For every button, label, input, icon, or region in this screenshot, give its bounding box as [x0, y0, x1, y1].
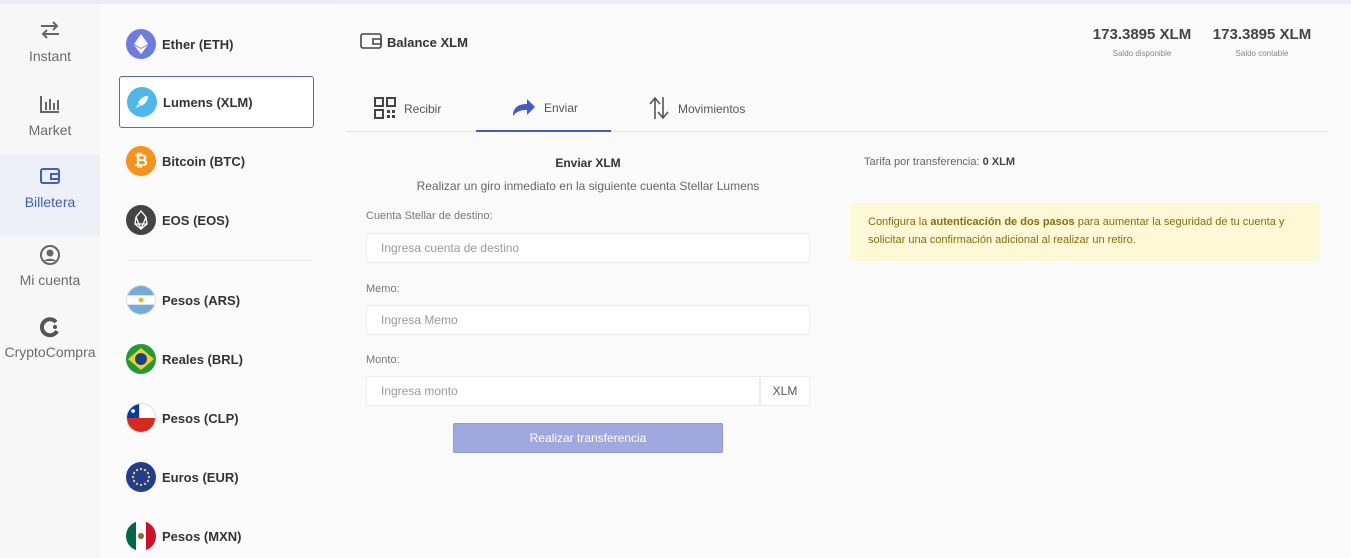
wallet-panel: Balance XLM 173.3895 XLM Saldo disponibl…	[336, 4, 1351, 558]
available-balance-value: 173.3895 XLM	[1092, 26, 1192, 43]
wallet-tabs: Recibir Enviar Movimientos	[346, 86, 1328, 132]
nav-label: Mi cuenta	[19, 272, 81, 288]
currency-label: EOS (EOS)	[162, 212, 230, 228]
nav-item-billetera[interactable]: Billetera	[0, 154, 100, 236]
wallet-icon	[0, 166, 100, 190]
transfer-fee: Tarifa por transferencia: 0 XLM	[864, 156, 1015, 168]
memo-input[interactable]	[366, 305, 810, 335]
up-down-arrows-icon	[648, 95, 670, 124]
form-title: Enviar XLM	[555, 156, 621, 170]
currency-item-eos[interactable]: EOS (EOS)	[119, 194, 314, 246]
rocket-icon	[127, 87, 157, 117]
nav-item-mi-cuenta[interactable]: Mi cuenta	[0, 234, 100, 304]
currency-label: Pesos (MXN)	[162, 528, 242, 544]
cryptocompra-icon	[0, 316, 100, 340]
tab-movimientos[interactable]: Movimientos	[648, 86, 788, 132]
accounting-balance-value: 173.3895 XLM	[1212, 26, 1312, 43]
dest-label: Cuenta Stellar de destino:	[366, 210, 493, 222]
memo-label: Memo:	[366, 283, 400, 295]
currency-item-xlm[interactable]: Lumens (XLM)	[119, 76, 314, 128]
currency-list: Ether (ETH) Lumens (XLM) ₿ Bitcoin (BTC)…	[100, 4, 336, 558]
tab-enviar[interactable]: Enviar	[476, 86, 611, 132]
currency-item-btc[interactable]: ₿ Bitcoin (BTC)	[119, 135, 314, 187]
tab-label: Recibir	[404, 102, 442, 116]
currency-item-clp[interactable]: Pesos (CLP)	[119, 392, 314, 444]
flag-eu-icon	[126, 462, 156, 492]
page-title: Balance XLM	[360, 32, 468, 53]
swap-arrows-icon	[0, 20, 100, 44]
nav-item-market[interactable]: Market	[0, 84, 100, 154]
currency-item-brl[interactable]: Reales (BRL)	[119, 333, 314, 385]
destination-account-input[interactable]	[366, 233, 810, 263]
currency-label: Ether (ETH)	[162, 36, 234, 52]
flag-mexico-icon	[126, 521, 156, 551]
currency-item-eur[interactable]: Euros (EUR)	[119, 451, 314, 503]
fee-label: Tarifa por transferencia:	[864, 156, 980, 168]
alert-text-pre: Configura la	[868, 216, 931, 228]
page-title-text: Balance XLM	[387, 35, 468, 50]
flag-brazil-icon	[126, 344, 156, 374]
nav-label: Instant	[28, 48, 72, 64]
bitcoin-icon: ₿	[126, 146, 156, 176]
accounting-balance-label: Saldo contable	[1235, 49, 1289, 58]
nav-label: Billetera	[24, 194, 76, 210]
eos-icon	[126, 205, 156, 235]
nav-label: CryptoCompra	[4, 344, 96, 360]
two-factor-link[interactable]: autenticación de dos pasos	[930, 216, 1074, 228]
amount-label: Monto:	[366, 354, 400, 366]
main-nav: Instant Market Billetera Mi cuenta Crypt…	[0, 4, 100, 558]
amount-input[interactable]	[366, 376, 760, 406]
wallet-icon	[360, 32, 382, 53]
currency-label: Pesos (CLP)	[162, 410, 239, 426]
tab-recibir[interactable]: Recibir	[374, 86, 484, 132]
available-balance: 173.3895 XLM Saldo disponible	[1088, 26, 1196, 58]
two-factor-alert: Configura la autenticación de dos pasos …	[850, 203, 1320, 261]
qr-code-icon	[374, 96, 396, 122]
form-subtitle: Realizar un giro inmediato en la siguien…	[416, 179, 760, 193]
accounting-balance: 173.3895 XLM Saldo contable	[1208, 26, 1316, 58]
flag-argentina-icon	[126, 285, 156, 315]
nav-item-instant[interactable]: Instant	[0, 10, 100, 80]
currency-label: Bitcoin (BTC)	[162, 153, 246, 169]
amount-unit: XLM	[760, 376, 810, 406]
nav-item-cryptocompra[interactable]: CryptoCompra	[0, 306, 100, 376]
tab-label: Movimientos	[678, 102, 746, 116]
user-circle-icon	[0, 244, 100, 268]
available-balance-label: Saldo disponible	[1112, 49, 1172, 58]
currency-item-mxn[interactable]: Pesos (MXN)	[119, 510, 314, 558]
bar-chart-icon	[0, 94, 100, 118]
currency-label: Reales (BRL)	[162, 351, 243, 367]
submit-transfer-button[interactable]: Realizar transferencia	[453, 423, 723, 453]
tab-label: Enviar	[544, 101, 579, 115]
currency-label: Euros (EUR)	[162, 469, 239, 485]
currency-divider	[128, 260, 313, 261]
flag-chile-icon	[126, 403, 156, 433]
currency-label: Lumens (XLM)	[163, 94, 253, 110]
currency-item-eth[interactable]: Ether (ETH)	[119, 18, 314, 70]
send-arrow-icon	[510, 96, 536, 121]
ethereum-icon	[126, 29, 156, 59]
nav-label: Market	[28, 122, 72, 138]
currency-label: Pesos (ARS)	[162, 292, 241, 308]
currency-item-ars[interactable]: Pesos (ARS)	[119, 274, 314, 326]
fee-value: 0 XLM	[982, 156, 1016, 168]
